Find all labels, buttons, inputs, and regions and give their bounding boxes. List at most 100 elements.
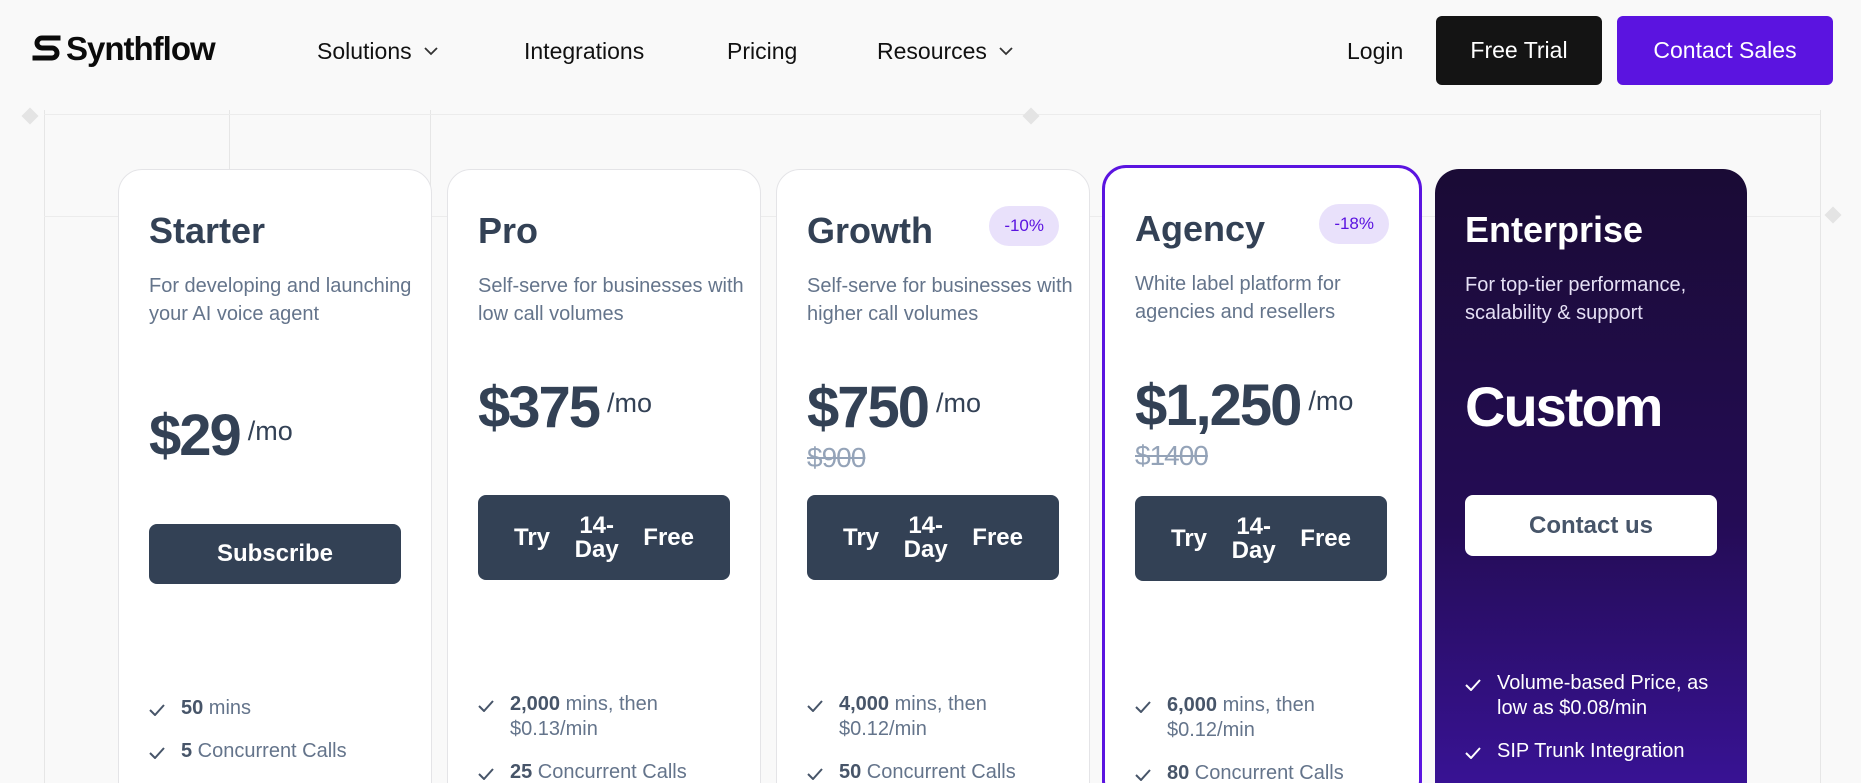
feature-item: 4,000 mins, then $0.12/min [807, 692, 1077, 742]
grid-diamond [1824, 206, 1842, 224]
plan-description: Self-serve for businesses with low call … [478, 275, 744, 325]
synthflow-logo-icon [32, 35, 61, 61]
plan-description: For developing and launching your AI voi… [149, 275, 412, 325]
cta-try-label: Try [843, 523, 880, 551]
cta-free-label: Free [972, 523, 1023, 551]
nav-label: Solutions [317, 38, 412, 64]
nav-label: Integrations [524, 38, 645, 64]
subscribe-button[interactable]: Subscribe [149, 524, 401, 584]
feature-bold: 2,000 [510, 693, 561, 715]
plan-price: $29 /mo [149, 402, 293, 469]
feature-bold: 25 [510, 761, 533, 783]
plan-name: Starter [149, 210, 266, 251]
check-icon [1465, 747, 1481, 759]
chevron-down-icon [999, 47, 1013, 56]
plan-name: Pro [478, 210, 539, 251]
plan-description: Self-serve for businesses with higher ca… [807, 275, 1073, 325]
feature-bold: 50 [839, 761, 862, 783]
feature-item: 50 mins [149, 696, 419, 721]
plan-name: Growth [807, 210, 933, 251]
grid-line [1820, 110, 1821, 783]
feature-item: 2,000 mins, then $0.13/min [478, 692, 748, 742]
check-icon [807, 700, 823, 712]
feature-item: 80 Concurrent Calls [1135, 761, 1405, 783]
feature-list: 4,000 mins, then $0.12/min 50 Concurrent… [807, 692, 1077, 783]
plan-description: White label platform for agencies and re… [1135, 273, 1341, 323]
nav-integrations[interactable]: Integrations [524, 38, 644, 65]
grid-diamond [21, 107, 39, 125]
check-icon [478, 768, 494, 780]
contact-us-button[interactable]: Contact us [1465, 495, 1717, 556]
feature-text: Concurrent Calls [532, 761, 687, 783]
logo-text: Synthflow [66, 30, 216, 67]
feature-item: 5 Concurrent Calls [149, 739, 419, 764]
nav-pricing[interactable]: Pricing [727, 38, 797, 65]
check-icon [478, 700, 494, 712]
feature-text: Concurrent Calls [1189, 762, 1344, 783]
feature-bold: 4,000 [839, 693, 890, 715]
feature-item: Volume-based Price, as low as $0.08/min [1465, 671, 1735, 721]
cta-trial-length: 14-Day [574, 511, 619, 563]
grid-diamond [1022, 107, 1040, 125]
feature-text: Volume-based Price, as low as $0.08/min [1497, 672, 1709, 719]
feature-bold: 80 [1167, 762, 1190, 783]
cta-free-label: Free [1300, 524, 1351, 552]
try-free-button[interactable]: Try 14-Day Free [478, 495, 730, 580]
plan-card-agency: Agency -18% White label platform for age… [1102, 165, 1422, 783]
price-amount: $1,250 [1135, 373, 1302, 438]
feature-item: 25 Concurrent Calls [478, 760, 748, 783]
check-icon [1135, 769, 1151, 781]
feature-bold: 6,000 [1167, 694, 1218, 716]
feature-bold: 50 [181, 697, 204, 719]
try-free-button[interactable]: Try 14-Day Free [1135, 496, 1387, 581]
check-icon [807, 768, 823, 780]
check-icon [1135, 701, 1151, 713]
feature-list: 2,000 mins, then $0.13/min 25 Concurrent… [478, 692, 748, 783]
cta-trial-length: 14-Day [1231, 512, 1276, 564]
price-period: /mo [607, 388, 653, 418]
feature-item: 6,000 mins, then $0.12/min [1135, 693, 1405, 743]
try-free-button[interactable]: Try 14-Day Free [807, 495, 1059, 580]
feature-item: 50 Concurrent Calls [807, 760, 1077, 783]
chevron-down-icon [423, 47, 438, 56]
grid-line [44, 110, 45, 783]
plan-card-enterprise: Enterprise For top-tier performance, sca… [1435, 169, 1747, 783]
feature-list: 6,000 mins, then $0.12/min 80 Concurrent… [1135, 693, 1405, 783]
cta-try-label: Try [514, 523, 551, 551]
feature-bold: 5 [181, 740, 193, 762]
cta-trial-length: 14-Day [903, 511, 948, 563]
plan-card-growth: Growth -10% Self-serve for businesses wi… [776, 169, 1090, 783]
login-link[interactable]: Login [1347, 38, 1403, 65]
plan-name: Enterprise [1465, 209, 1644, 250]
original-price: $1400 [1135, 440, 1209, 471]
plan-price: $375 /mo [478, 374, 652, 441]
nav-label: Pricing [727, 38, 798, 64]
feature-text: SIP Trunk Integration [1497, 740, 1685, 762]
original-price: $900 [807, 442, 866, 473]
feature-list: Volume-based Price, as low as $0.08/min … [1465, 671, 1735, 782]
plan-card-starter: Starter For developing and launching you… [118, 169, 432, 783]
price-period: /mo [247, 416, 293, 446]
feature-list: 50 mins 5 Concurrent Calls [149, 696, 419, 782]
check-icon [149, 747, 165, 759]
top-navbar: Synthflow Solutions Integrations Pricing… [0, 0, 1861, 104]
feature-text: Concurrent Calls [861, 761, 1016, 783]
price-amount: $29 [149, 403, 242, 468]
price-amount: $750 [807, 375, 930, 440]
cta-free-label: Free [643, 523, 694, 551]
custom-price: Custom [1465, 375, 1663, 438]
contact-sales-button[interactable]: Contact Sales [1617, 16, 1833, 85]
nav-resources[interactable]: Resources [877, 38, 1013, 65]
check-icon [1465, 679, 1481, 691]
nav-label: Resources [877, 38, 987, 64]
discount-badge: -10% [989, 206, 1059, 246]
cta-try-label: Try [1171, 524, 1208, 552]
free-trial-button[interactable]: Free Trial [1436, 16, 1602, 85]
nav-solutions[interactable]: Solutions [317, 38, 438, 65]
logo[interactable]: Synthflow [32, 30, 216, 68]
price-period: /mo [936, 388, 982, 418]
check-icon [149, 704, 165, 716]
plan-name: Agency [1135, 208, 1266, 249]
plan-description: For top-tier performance, scalability & … [1465, 274, 1687, 324]
feature-item: SIP Trunk Integration [1465, 739, 1735, 764]
